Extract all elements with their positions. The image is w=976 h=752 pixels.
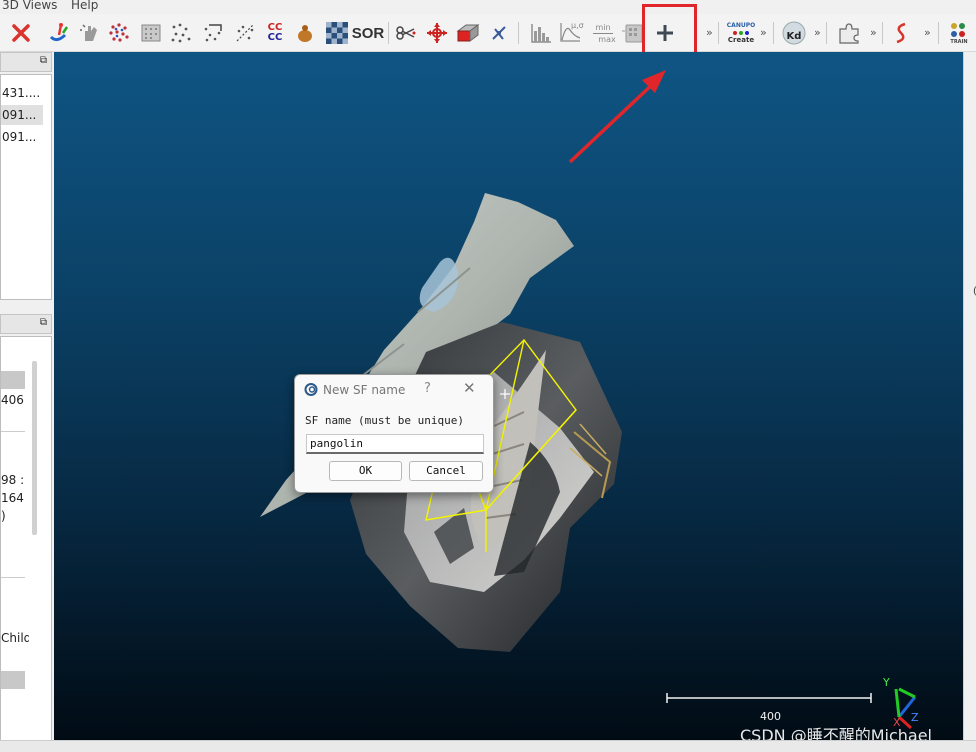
add-sf-highlight-box bbox=[642, 4, 697, 56]
delete-icon[interactable] bbox=[8, 20, 34, 46]
toolbar-separator bbox=[882, 22, 883, 44]
axis-icon[interactable] bbox=[486, 20, 512, 46]
toolbar-overflow-button[interactable]: » bbox=[706, 26, 713, 39]
properties-header: ⧉ bbox=[0, 314, 52, 334]
toolbar-separator bbox=[938, 22, 939, 44]
plugin-icon[interactable]: TRAIN bbox=[946, 20, 972, 46]
translate-icon[interactable] bbox=[424, 20, 450, 46]
sample-points-icon[interactable] bbox=[106, 20, 132, 46]
plane-box-icon[interactable] bbox=[454, 20, 480, 46]
minmax-bottom-label: max bbox=[598, 34, 616, 44]
menu-bar: 3D Views Help bbox=[0, 0, 976, 14]
scatter-arrow-icon[interactable] bbox=[200, 20, 226, 46]
new-sf-name-dialog: New SF name ? ✕ SF name (must be unique)… bbox=[294, 374, 494, 493]
toolbar-separator bbox=[388, 22, 389, 44]
scatter-diagonal-icon[interactable] bbox=[232, 20, 258, 46]
property-section-header bbox=[1, 671, 25, 689]
3d-viewport[interactable]: Y X Z bbox=[54, 52, 963, 740]
normals-icon[interactable] bbox=[46, 20, 72, 46]
ccc-icon[interactable]: CC CC bbox=[262, 20, 288, 46]
close-icon[interactable]: ✕ bbox=[463, 379, 476, 397]
divider bbox=[1, 431, 25, 432]
toolbar-overflow-button[interactable]: » bbox=[924, 26, 931, 39]
bag-icon[interactable] bbox=[292, 20, 318, 46]
scissors-icon[interactable] bbox=[393, 20, 419, 46]
kd-label: Kd bbox=[786, 30, 802, 42]
property-value: 98 : bbox=[1, 473, 25, 487]
sor-label: SOR bbox=[351, 24, 385, 42]
axis-y-label: Y bbox=[883, 676, 890, 689]
divider bbox=[1, 577, 25, 578]
property-value: ) bbox=[1, 509, 6, 523]
ccc-bottom-label: CC bbox=[267, 32, 283, 43]
help-icon[interactable]: ? bbox=[424, 381, 431, 396]
sor-icon[interactable]: SOR bbox=[351, 20, 385, 46]
stat-fit-label: μ,σ bbox=[571, 21, 584, 30]
db-tree-header: ⧉ bbox=[0, 52, 52, 72]
tree-item[interactable]: 091... bbox=[1, 127, 43, 147]
toolbar-separator bbox=[718, 22, 719, 44]
minmax-top-label: min bbox=[595, 22, 611, 32]
curve-icon[interactable] bbox=[890, 20, 916, 46]
canupo-top-label: CANUPO bbox=[726, 22, 756, 29]
checker-icon[interactable] bbox=[324, 20, 350, 46]
point-cloud-scene bbox=[260, 70, 917, 730]
property-value: 164 bbox=[1, 491, 24, 505]
cloudcompare-logo-icon bbox=[304, 383, 318, 396]
kd-icon[interactable]: Kd bbox=[781, 20, 807, 46]
ok-button[interactable]: OK bbox=[329, 461, 402, 481]
mesh-dots-icon[interactable] bbox=[138, 20, 164, 46]
cancel-button[interactable]: Cancel bbox=[409, 461, 483, 481]
toolbar-overflow-button[interactable]: » bbox=[870, 26, 877, 39]
sf-name-label: SF name (must be unique) bbox=[305, 414, 464, 427]
toolbar-overflow-button[interactable]: » bbox=[760, 26, 767, 39]
toolbar-separator bbox=[773, 22, 774, 44]
toolbar-overflow-button[interactable]: » bbox=[814, 26, 821, 39]
canupo-icon[interactable]: CANUPO Create bbox=[726, 20, 756, 46]
main-toolbar: CC CC SOR μ,σ min max » CANUPO Create » … bbox=[0, 14, 976, 52]
right-dock-strip: ( bbox=[963, 52, 976, 740]
smooth-hand-icon[interactable] bbox=[78, 20, 104, 46]
train-label: TRAIN bbox=[950, 39, 968, 45]
stat-fit-icon[interactable]: μ,σ bbox=[558, 20, 584, 46]
sf-name-input[interactable]: pangolin bbox=[306, 434, 484, 454]
scatter-dots-icon[interactable] bbox=[168, 20, 194, 46]
puzzle-icon[interactable] bbox=[836, 20, 862, 46]
toolbar-separator bbox=[826, 22, 827, 44]
properties-scrollbar[interactable] bbox=[32, 361, 37, 535]
dialog-title: New SF name bbox=[323, 383, 406, 397]
toolbar-separator bbox=[518, 22, 519, 44]
db-tree-panel: 431.... 091... 091... bbox=[0, 74, 52, 300]
undock-icon[interactable]: ⧉ bbox=[40, 317, 47, 328]
minmax-icon[interactable]: min max bbox=[590, 20, 616, 46]
tree-item[interactable]: 431.... bbox=[1, 83, 43, 103]
property-value: 406 bbox=[1, 393, 24, 407]
status-bar bbox=[0, 740, 976, 752]
undock-icon[interactable]: ⧉ bbox=[40, 55, 47, 66]
property-value: Child bbox=[1, 631, 29, 645]
menu-help[interactable]: Help bbox=[71, 0, 98, 12]
canupo-bottom-label: Create bbox=[727, 36, 755, 44]
histogram-icon[interactable] bbox=[528, 20, 554, 46]
left-dock: ⧉ 431.... 091... 091... ⧉ 406 98 : 164 )… bbox=[0, 52, 54, 752]
tree-item-selected[interactable]: 091... bbox=[1, 105, 43, 125]
properties-panel: 406 98 : 164 ) Child bbox=[0, 336, 52, 746]
menu-3d-views[interactable]: 3D Views bbox=[2, 0, 57, 12]
partial-tool-icon[interactable] bbox=[0, 20, 4, 46]
property-section-header bbox=[1, 371, 25, 389]
